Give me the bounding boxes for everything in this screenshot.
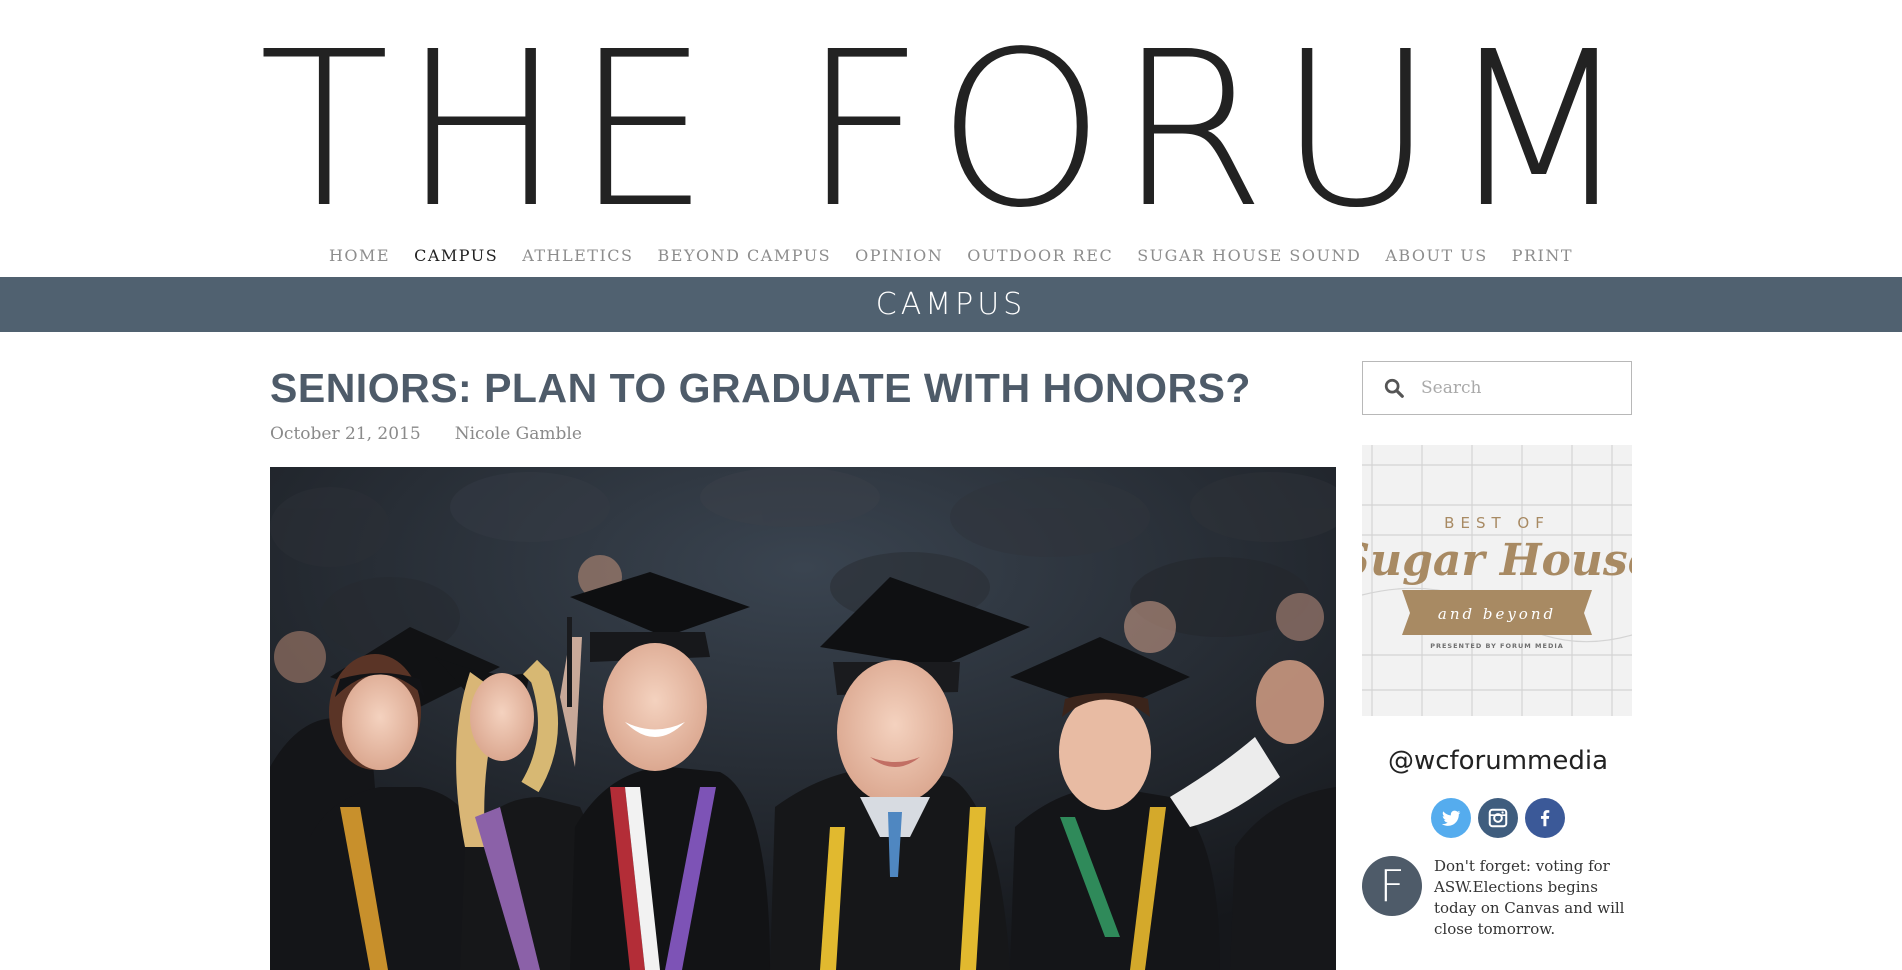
- promo-map-graphic: BEST OF Sugar House and beyond PRESENTED…: [1362, 445, 1632, 716]
- nav-item-print[interactable]: PRINT: [1500, 246, 1585, 265]
- twitter-bird-glyph: [1441, 810, 1461, 826]
- article-author[interactable]: Nicole Gamble: [455, 424, 582, 444]
- sidebar: BEST OF Sugar House and beyond PRESENTED…: [1362, 361, 1634, 940]
- article-date[interactable]: October 21, 2015: [270, 424, 421, 444]
- promo-presented-by: PRESENTED BY FORUM MEDIA: [1430, 642, 1564, 650]
- article-meta: October 21, 2015 Nicole Gamble: [270, 424, 1336, 444]
- promo-sugar-house: Sugar House: [1362, 535, 1632, 586]
- search-box[interactable]: [1362, 361, 1632, 415]
- article-headline: SENIORS: PLAN TO GRADUATE WITH HONORS?: [270, 365, 1251, 411]
- promo-best-of: BEST OF: [1444, 514, 1550, 532]
- nav-item-sugar-house-sound[interactable]: SUGAR HOUSE SOUND: [1125, 246, 1373, 265]
- section-band: CAMPUS: [0, 277, 1902, 332]
- best-of-sugar-house-ad[interactable]: BEST OF Sugar House and beyond PRESENTED…: [1362, 445, 1632, 716]
- search-input[interactable]: [1419, 377, 1623, 399]
- nav-item-opinion[interactable]: OPINION: [843, 246, 955, 265]
- article-hero-image: [270, 467, 1336, 970]
- search-icon[interactable]: [1383, 377, 1405, 399]
- promo-and-beyond: and beyond: [1438, 605, 1556, 623]
- facebook-icon[interactable]: [1525, 798, 1565, 838]
- article: SENIORS: PLAN TO GRADUATE WITH HONORS? O…: [270, 360, 1336, 970]
- social-links: [1362, 798, 1634, 838]
- twitter-icon[interactable]: [1431, 798, 1471, 838]
- graduation-photo: [270, 467, 1336, 970]
- nav-item-campus[interactable]: CAMPUS: [402, 246, 510, 265]
- nav-item-home[interactable]: HOME: [317, 246, 402, 265]
- site-title[interactable]: THE FORUM: [0, 24, 1902, 238]
- section-title: CAMPUS: [875, 287, 1027, 322]
- facebook-f-glyph: [1540, 810, 1550, 827]
- instagram-camera-glyph: [1488, 808, 1508, 828]
- nav-item-athletics[interactable]: ATHLETICS: [510, 246, 645, 265]
- social-handle[interactable]: @wcforummedia: [1362, 746, 1634, 776]
- tweet-text: Don't forget: voting for ASW.Elections b…: [1434, 857, 1625, 938]
- nav-item-beyond-campus[interactable]: BEYOND CAMPUS: [646, 246, 844, 265]
- masthead: THE FORUM HOME CAMPUS ATHLETICS BEYOND C…: [0, 0, 1902, 265]
- latest-tweet: F Don't forget: voting for ASW.Elections…: [1362, 856, 1634, 940]
- nav-item-about-us[interactable]: ABOUT US: [1373, 246, 1499, 265]
- nav-item-outdoor-rec[interactable]: OUTDOOR REC: [955, 246, 1125, 265]
- instagram-icon[interactable]: [1478, 798, 1518, 838]
- main-nav: HOME CAMPUS ATHLETICS BEYOND CAMPUS OPIN…: [0, 240, 1902, 270]
- avatar[interactable]: F: [1362, 856, 1422, 916]
